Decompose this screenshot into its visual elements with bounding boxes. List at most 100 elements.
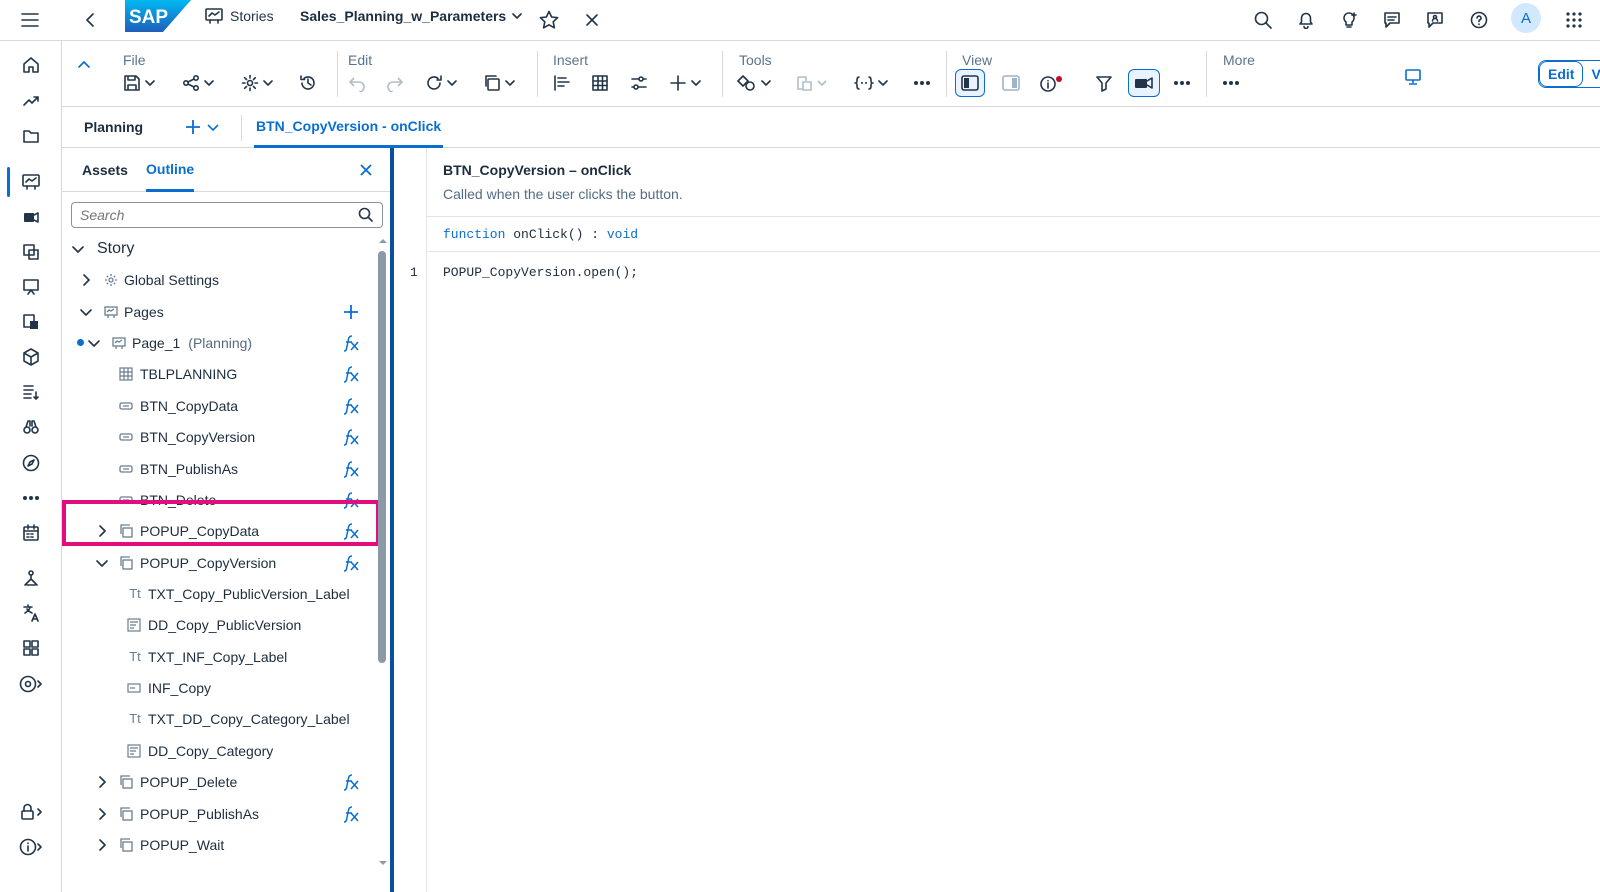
- right-panel-toggle[interactable]: [1001, 69, 1021, 97]
- chevron-right-icon[interactable]: [95, 838, 109, 852]
- translation-icon[interactable]: [16, 598, 46, 628]
- tools-more-button[interactable]: [913, 69, 931, 97]
- info-icon[interactable]: [16, 832, 46, 862]
- security-lock-icon[interactable]: [16, 797, 46, 827]
- tree-node-btn-delete[interactable]: BTN_Delete: [62, 484, 380, 515]
- product-switch-grid-icon[interactable]: [1558, 4, 1590, 36]
- tree-node-dd-copy-publicversion[interactable]: DD_Copy_PublicVersion: [62, 609, 380, 640]
- copy-menu-button[interactable]: [483, 69, 515, 97]
- chevron-down-icon[interactable]: [79, 305, 93, 319]
- story-title-menu[interactable]: Sales_Planning_w_Parameters: [300, 0, 523, 32]
- tree-node-dd-copy-category[interactable]: DD_Copy_Category: [62, 735, 380, 766]
- filter-button[interactable]: [1095, 69, 1113, 97]
- left-panel-toggle[interactable]: [955, 69, 985, 97]
- tree-node-btn-copydata[interactable]: BTN_CopyData: [62, 390, 380, 421]
- data-action-list-icon[interactable]: [16, 377, 46, 407]
- tree-node-pages[interactable]: Pages: [62, 296, 380, 327]
- back-icon[interactable]: [74, 4, 106, 36]
- insert-table-button[interactable]: [591, 69, 609, 97]
- tree-node-popup-delete[interactable]: POPUP_Delete: [62, 766, 380, 797]
- search-icon[interactable]: [358, 207, 374, 223]
- collapse-toolbar-icon[interactable]: [78, 51, 90, 79]
- comments-icon[interactable]: [1376, 4, 1408, 36]
- tab-script-editor[interactable]: BTN_CopyVersion - onClick: [254, 107, 444, 148]
- more-menu-button[interactable]: [1222, 69, 1240, 97]
- close-story-icon[interactable]: [576, 4, 608, 36]
- edit-mode-button[interactable]: Edit: [1539, 61, 1584, 87]
- connections-icon[interactable]: [16, 563, 46, 593]
- outline-scrollbar[interactable]: [376, 233, 388, 892]
- tree-node-global-settings[interactable]: Global Settings: [62, 264, 380, 295]
- tree-node-btn-copyversion[interactable]: BTN_CopyVersion: [62, 421, 380, 452]
- device-preview-button[interactable]: [1404, 63, 1422, 91]
- insert-chart-button[interactable]: [553, 69, 571, 97]
- tools-menu-button[interactable]: [737, 69, 771, 97]
- tree-node-btn-publishas[interactable]: BTN_PublishAs: [62, 453, 380, 484]
- content-network-icon[interactable]: [16, 633, 46, 663]
- more-nav-icon[interactable]: [16, 483, 46, 513]
- script-fx-icon[interactable]: [342, 522, 360, 540]
- dataset-icon[interactable]: [16, 307, 46, 337]
- trend-icon[interactable]: [16, 85, 46, 115]
- tree-node-popup-copyversion[interactable]: POPUP_CopyVersion: [62, 547, 380, 578]
- insert-add-menu-button[interactable]: [669, 69, 701, 97]
- tools-disabled-menu-button[interactable]: [795, 69, 827, 97]
- add-page-icon[interactable]: [342, 303, 360, 321]
- version-history-button[interactable]: [299, 69, 317, 97]
- scroll-thumb[interactable]: [378, 251, 386, 663]
- chevron-right-icon[interactable]: [95, 807, 109, 821]
- tree-node-inf-copy[interactable]: INF_Copy: [62, 672, 380, 703]
- analytic-application-icon[interactable]: [16, 202, 46, 232]
- tree-node-popup-copydata[interactable]: POPUP_CopyData: [62, 515, 380, 546]
- scroll-up-icon[interactable]: [377, 237, 389, 245]
- search-input[interactable]: [80, 207, 358, 223]
- chevron-right-icon[interactable]: [95, 524, 109, 538]
- view-mode-button[interactable]: View: [1583, 61, 1600, 87]
- script-fx-icon[interactable]: [342, 334, 360, 352]
- close-panel-icon[interactable]: [354, 158, 378, 182]
- tree-node-txt-dd-copy-category-label[interactable]: Tt TXT_DD_Copy_Category_Label: [62, 703, 380, 734]
- menu-icon[interactable]: [14, 4, 46, 36]
- presentation-icon[interactable]: [16, 272, 46, 302]
- home-icon[interactable]: [16, 50, 46, 80]
- settings-menu-button[interactable]: [241, 69, 273, 97]
- stories-link[interactable]: Stories: [205, 0, 274, 32]
- tab-outline[interactable]: Outline: [146, 148, 195, 192]
- redo-button[interactable]: [386, 69, 404, 97]
- script-fx-icon[interactable]: [342, 365, 360, 383]
- script-fx-icon[interactable]: [342, 428, 360, 446]
- chevron-down-icon[interactable]: [95, 556, 109, 570]
- calendar-icon[interactable]: [16, 518, 46, 548]
- tree-node-txt-inf-copy-label[interactable]: Tt TXT_INF_Copy_Label: [62, 641, 380, 672]
- user-avatar[interactable]: A: [1511, 3, 1541, 33]
- help-icon[interactable]: [1463, 4, 1495, 36]
- explore-compass-icon[interactable]: [16, 448, 46, 478]
- insert-input-control-button[interactable]: [630, 69, 648, 97]
- tree-node-popup-publishas[interactable]: POPUP_PublishAs: [62, 798, 380, 829]
- feedback-icon[interactable]: [1419, 4, 1451, 36]
- script-fx-icon[interactable]: [342, 773, 360, 791]
- refresh-menu-button[interactable]: [425, 69, 457, 97]
- tree-node-page-1[interactable]: Page_1 (Planning): [62, 327, 380, 358]
- search-icon[interactable]: [1247, 4, 1279, 36]
- chevron-right-icon[interactable]: [95, 775, 109, 789]
- undo-button[interactable]: [348, 69, 366, 97]
- tree-node-tblplanning[interactable]: TBLPLANNING: [62, 358, 380, 389]
- modeler-cube-icon[interactable]: [16, 342, 46, 372]
- code-line[interactable]: POPUP_CopyVersion.open();: [443, 265, 638, 280]
- formula-menu-button[interactable]: [854, 69, 888, 97]
- binoculars-icon[interactable]: [16, 412, 46, 442]
- favorite-star-icon[interactable]: [533, 4, 565, 36]
- script-fx-icon[interactable]: [342, 460, 360, 478]
- script-fx-icon[interactable]: [342, 554, 360, 572]
- chevron-down-icon[interactable]: [71, 242, 85, 256]
- stories-nav-icon[interactable]: [16, 167, 46, 197]
- save-menu-button[interactable]: [123, 69, 155, 97]
- share-menu-button[interactable]: [182, 69, 214, 97]
- tab-assets[interactable]: Assets: [82, 148, 128, 192]
- script-fx-icon[interactable]: [342, 491, 360, 509]
- system-settings-icon[interactable]: [16, 669, 46, 699]
- tree-node-txt-copy-publicversion-label[interactable]: Tt TXT_Copy_PublicVersion_Label: [62, 578, 380, 609]
- assistant-bulb-icon[interactable]: [1333, 4, 1365, 36]
- tab-planning[interactable]: Planning: [84, 107, 143, 147]
